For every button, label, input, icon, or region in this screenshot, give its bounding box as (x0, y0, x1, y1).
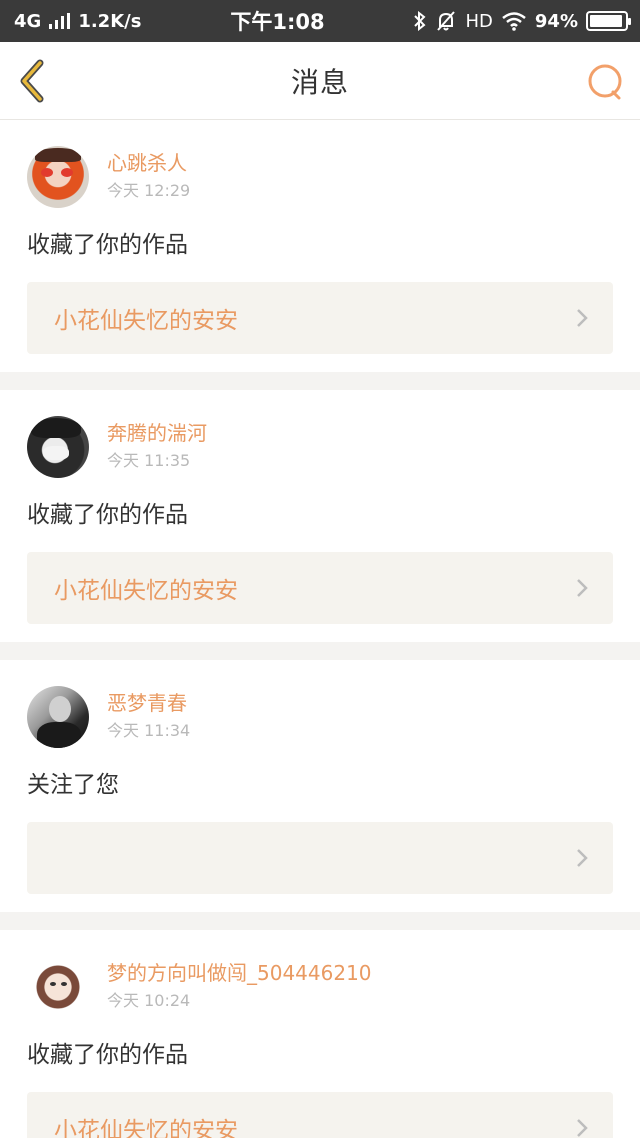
work-link[interactable]: 小花仙失忆的安安 (27, 1092, 613, 1138)
work-link[interactable] (27, 822, 613, 894)
bluetooth-icon (414, 11, 426, 31)
message-card: 心跳杀人 今天 12:29 收藏了你的作品 小花仙失忆的安安 (0, 120, 640, 372)
top-nav: 消息 (0, 42, 640, 120)
timestamp: 今天 10:24 (107, 991, 191, 1010)
chevron-right-icon (577, 849, 588, 867)
battery-icon (585, 11, 631, 31)
page-title: 消息 (290, 65, 349, 99)
username[interactable]: 心跳杀人 (107, 150, 190, 176)
status-left: 4G 1.2K/s (14, 11, 141, 32)
message-card: 奔腾的湍河 今天 11:35 收藏了你的作品 小花仙失忆的安安 (0, 390, 640, 642)
message-header: 恶梦青春 今天 11:34 (27, 686, 613, 748)
battery-percent: 94% (534, 10, 578, 32)
message-list: 心跳杀人 今天 12:29 收藏了你的作品 小花仙失忆的安安 奔腾的湍河 今天 … (0, 120, 640, 1138)
work-link[interactable]: 小花仙失忆的安安 (27, 282, 613, 354)
message-meta: 恶梦青春 今天 11:34 (107, 686, 190, 742)
message-header: 奔腾的湍河 今天 11:35 (27, 416, 613, 478)
username[interactable]: 梦的方向叫做闯_504446210 (107, 960, 372, 986)
chevron-right-icon (577, 579, 588, 597)
message-card: 恶梦青春 今天 11:34 关注了您 (0, 660, 640, 912)
work-link[interactable]: 小花仙失忆的安安 (27, 552, 613, 624)
message-meta: 奔腾的湍河 今天 11:35 (107, 416, 207, 472)
wifi-icon (502, 12, 526, 31)
avatar[interactable] (27, 146, 89, 208)
action-text: 收藏了你的作品 (27, 1042, 188, 1068)
network-speed: 1.2K/s (78, 10, 142, 32)
status-right: HD 94% (413, 10, 631, 32)
chevron-right-icon (577, 1119, 588, 1137)
chevron-right-icon (577, 309, 588, 327)
action-text: 收藏了你的作品 (27, 502, 188, 528)
message-header: 梦的方向叫做闯_504446210 今天 10:24 (27, 956, 613, 1018)
avatar[interactable] (27, 686, 89, 748)
message-card: 梦的方向叫做闯_504446210 今天 10:24 收藏了你的作品 小花仙失忆… (0, 930, 640, 1138)
avatar[interactable] (27, 416, 89, 478)
status-bar: 4G 1.2K/s 下午1:08 HD 94% (0, 0, 640, 42)
username[interactable]: 奔腾的湍河 (107, 420, 207, 446)
status-time: 下午1:08 (230, 10, 325, 34)
timestamp: 今天 11:34 (107, 721, 191, 740)
mute-bell-icon (437, 11, 456, 31)
work-title: 小花仙失忆的安安 (54, 308, 238, 334)
action-text: 关注了您 (27, 772, 119, 798)
message-header: 心跳杀人 今天 12:29 (27, 146, 613, 208)
search-icon[interactable] (586, 62, 626, 102)
action-text: 收藏了你的作品 (27, 232, 188, 258)
network-type: 4G (14, 10, 42, 32)
timestamp: 今天 11:35 (107, 451, 191, 470)
work-title: 小花仙失忆的安安 (54, 1118, 238, 1138)
message-meta: 心跳杀人 今天 12:29 (107, 146, 190, 202)
username[interactable]: 恶梦青春 (107, 690, 190, 716)
work-title: 小花仙失忆的安安 (54, 578, 238, 604)
back-icon[interactable] (14, 58, 54, 104)
hd-label: HD (465, 10, 493, 32)
timestamp: 今天 12:29 (107, 181, 191, 200)
message-meta: 梦的方向叫做闯_504446210 今天 10:24 (107, 956, 372, 1012)
avatar[interactable] (27, 956, 89, 1018)
signal-icon (49, 13, 71, 29)
